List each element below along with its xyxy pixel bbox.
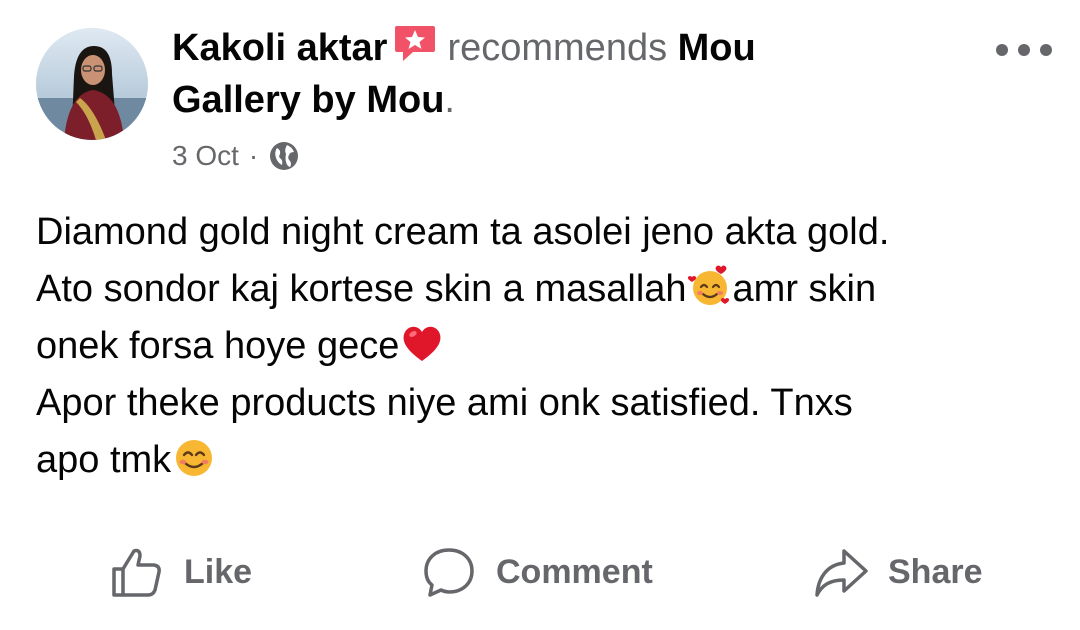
post-action-bar: Like Comment Share [0,540,1080,604]
more-options-icon[interactable] [996,36,1052,64]
recommends-verb: recommends [447,27,668,69]
recommendation-badge-icon [393,24,437,64]
comment-label: Comment [496,552,653,591]
comment-button[interactable]: Comment [420,540,653,604]
post-body-line: apo tmk [36,432,1056,489]
post-date[interactable]: 3 Oct [172,136,239,176]
more-dot [1018,44,1030,56]
smiling-face-with-hearts-emoji [687,263,733,309]
like-button[interactable]: Like [108,540,252,604]
share-button[interactable]: Share [812,540,983,604]
post-body-line: Ato sondor kaj kortese skin a masallah a… [36,261,1056,318]
post-meta: 3 Oct · [172,136,300,176]
post-body-line: onek forsa hoye gece [36,318,1056,375]
share-label: Share [888,552,983,591]
share-icon [815,549,868,597]
comment-icon [424,548,474,597]
meta-separator: · [248,140,259,171]
red-heart-emoji [399,320,445,366]
post-body: Diamond gold night cream ta asolei jeno … [36,204,1056,489]
sentence-period: . [444,79,455,121]
post-body-line: Apor theke products niye ami onk satisfi… [36,382,853,424]
author-name[interactable]: Kakoli aktar [172,27,387,69]
post-body-segment: amr skin [732,268,877,310]
more-dot [996,44,1008,56]
post-body-segment: Ato sondor kaj kortese skin a masallah [36,268,687,310]
post-header: Kakoli aktar recommends Mou Gallery by M… [172,22,892,126]
smiling-face-emoji [171,434,217,480]
post-body-segment: onek forsa hoye gece [36,325,400,367]
like-icon [112,548,161,597]
more-dot [1040,44,1052,56]
post-body-line: Diamond gold night cream ta asolei jeno … [36,211,890,253]
post-body-segment: apo tmk [36,439,172,481]
globe-icon [268,140,300,172]
author-avatar[interactable] [36,28,148,140]
like-label: Like [184,552,253,591]
